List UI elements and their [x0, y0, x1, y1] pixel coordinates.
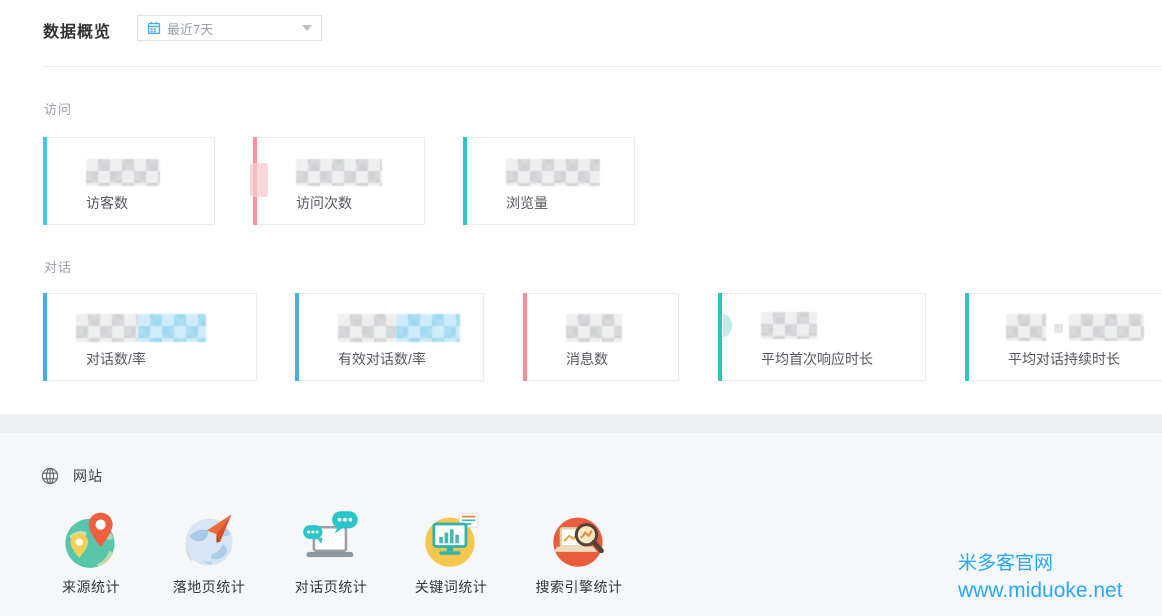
stat-nav-label: 搜索引擎统计 — [519, 577, 639, 597]
card-label: 浏览量 — [506, 193, 548, 213]
card-accent-bar — [523, 293, 527, 381]
stat-nav-keyword[interactable]: 关键词统计 — [391, 508, 511, 597]
card-label: 对话数/率 — [86, 349, 146, 369]
censored-value-blur — [506, 159, 600, 186]
page-title: 数据概览 — [43, 18, 111, 42]
chevron-down-icon — [302, 25, 312, 31]
card-label: 有效对话数/率 — [338, 349, 426, 369]
stat-nav-search-engine[interactable]: 搜索引擎统计 — [519, 508, 639, 597]
laptop-chat-icon — [301, 508, 361, 570]
card-accent-bar — [463, 137, 467, 225]
censored-value-blur — [566, 314, 622, 342]
card-accent-bar — [43, 293, 47, 381]
censored-value-blur — [761, 312, 817, 339]
channel-header: 网站 — [41, 466, 103, 486]
stat-nav-label: 落地页统计 — [149, 577, 269, 597]
censored-value-blur — [296, 159, 382, 186]
site-watermark: 米多客官网 www.miduoke.net — [958, 552, 1123, 604]
stat-card-visitors: 访客数 — [43, 137, 215, 225]
section-label-visits: 访问 — [44, 99, 72, 118]
stat-card-valid-chat-rate: 有效对话数/率 — [295, 293, 484, 381]
card-accent-bar — [295, 293, 299, 381]
calendar-icon — [147, 21, 161, 35]
card-label: 访问次数 — [296, 193, 352, 213]
date-range-value: 最近7天 — [167, 19, 302, 38]
card-label: 消息数 — [566, 349, 608, 369]
censored-value-blur — [396, 314, 460, 342]
card-label: 平均首次响应时长 — [761, 349, 873, 369]
watermark-brand: 米多客官网 — [958, 552, 1123, 577]
date-range-select[interactable]: 最近7天 — [137, 15, 322, 41]
stat-card-chat-duration: 平均对话持续时长 — [965, 293, 1162, 381]
watermark-url: www.miduoke.net — [958, 577, 1123, 604]
stat-card-visits: 访问次数 — [253, 137, 425, 225]
censored-value-blur — [86, 159, 160, 186]
censored-value-blur — [138, 314, 206, 342]
stat-card-pageviews: 浏览量 — [463, 137, 635, 225]
stat-nav-landing-page[interactable]: 落地页统计 — [149, 508, 269, 597]
card-accent-bar — [43, 137, 47, 225]
channel-label: 网站 — [73, 466, 103, 486]
globe-plane-icon — [179, 508, 239, 570]
card-label: 平均对话持续时长 — [1008, 349, 1120, 369]
censored-value-blur — [723, 314, 732, 337]
stat-nav-label: 关键词统计 — [391, 577, 511, 597]
stat-card-first-response-time: 平均首次响应时长 — [718, 293, 926, 381]
globe-icon — [41, 467, 59, 485]
section-label-chats: 对话 — [44, 257, 72, 276]
card-label: 访客数 — [86, 193, 128, 213]
stat-card-messages: 消息数 — [523, 293, 679, 381]
analytics-dashboard: 数据概览 最近7天 访问 访客数 访问次数 浏览量 对话 — [0, 0, 1162, 616]
censored-value-blur — [76, 314, 138, 342]
header-divider — [43, 66, 1162, 67]
censored-value-blur — [1069, 314, 1144, 341]
stat-nav-label: 来源统计 — [31, 577, 151, 597]
card-accent-bar — [718, 293, 722, 381]
website-channel-panel: 网站 来源统计 — [0, 414, 1162, 616]
censored-value-blur — [250, 163, 268, 197]
censored-value-blur — [1006, 314, 1046, 341]
stat-card-chat-rate: 对话数/率 — [43, 293, 257, 381]
stat-nav-chat-page[interactable]: 对话页统计 — [271, 508, 391, 597]
panel-top-strip — [0, 414, 1162, 433]
monitor-barchart-icon — [421, 508, 481, 570]
censored-value-blur — [338, 314, 396, 342]
laptop-magnifier-icon — [549, 508, 609, 570]
stat-nav-label: 对话页统计 — [271, 577, 391, 597]
stat-nav-source[interactable]: 来源统计 — [31, 508, 151, 597]
censored-value-blur — [1054, 324, 1063, 333]
card-accent-bar — [965, 293, 969, 381]
globe-pins-icon — [61, 508, 121, 570]
